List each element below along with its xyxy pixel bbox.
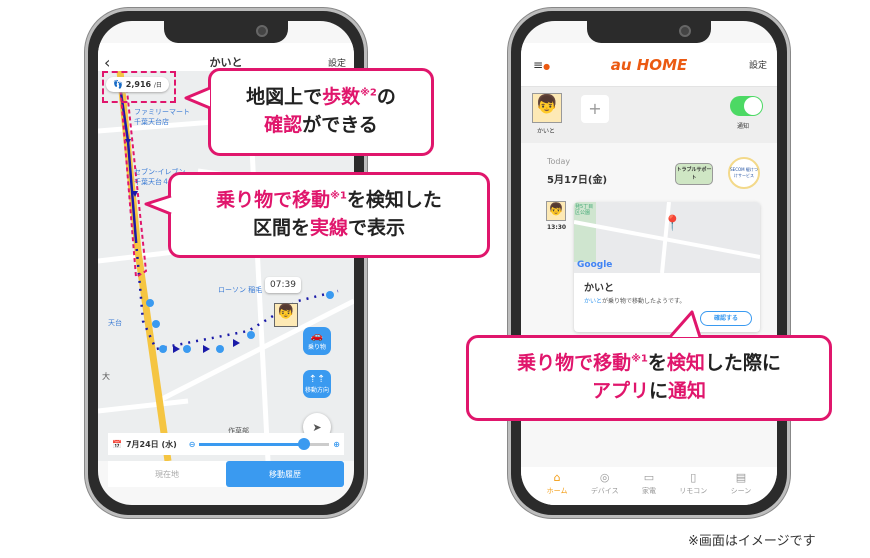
right-screen: ≡● au HOME 設定 👦 かいと + 通知 Today 5月17日(金) … bbox=[521, 21, 777, 505]
settings-link[interactable]: 設定 bbox=[749, 58, 767, 71]
tv-icon: ▭ bbox=[643, 470, 655, 484]
callout-notify: 乗り物で移動※1を検知した際に アプリに通知 bbox=[466, 335, 832, 421]
device-icon: ◎ bbox=[599, 470, 610, 484]
map-label: 天台 bbox=[108, 319, 122, 327]
tab-current-location[interactable]: 現在地 bbox=[108, 461, 226, 487]
event-card[interactable]: 発5丁目区公園 📍 Google かいと かいとが乗り物で移動したようです。 確… bbox=[574, 202, 760, 332]
view-tabs: 現在地 移動履歴 bbox=[108, 461, 344, 487]
map-label: ファミリーマート bbox=[134, 108, 190, 116]
tab-history[interactable]: 移動履歴 bbox=[226, 461, 344, 487]
time-label: 07:39 bbox=[265, 277, 301, 293]
nav-appliance[interactable]: ▭ 家電 bbox=[642, 471, 656, 496]
calendar-icon: 📅 bbox=[112, 439, 122, 449]
home-icon: ⌂ bbox=[553, 470, 561, 484]
clapper-icon: ▤ bbox=[735, 470, 747, 484]
zoom-in-icon[interactable]: ⊕ bbox=[333, 440, 340, 449]
event-message: かいとが乗り物で移動したようです。 bbox=[584, 298, 686, 305]
profile-name: かいと bbox=[537, 128, 556, 135]
notify-label: 通知 bbox=[737, 123, 750, 130]
secom-badge[interactable]: SECOM 駆けつけサービス bbox=[728, 157, 760, 189]
profile-strip: 👦 かいと + 通知 bbox=[521, 87, 777, 143]
car-icon: 🚗 bbox=[310, 331, 324, 342]
today-label: Today bbox=[547, 157, 571, 166]
bottom-nav: ⌂ ホーム ◎ デバイス ▭ 家電 ▯ リモコン ▤ シーン bbox=[521, 467, 777, 505]
remote-icon: ▯ bbox=[690, 470, 697, 484]
event-map: 発5丁目区公園 📍 Google bbox=[574, 202, 760, 273]
confirm-button[interactable]: 確認する bbox=[700, 311, 752, 326]
menu-icon[interactable]: ≡● bbox=[533, 58, 550, 72]
nav-home[interactable]: ⌂ ホーム bbox=[547, 471, 568, 496]
back-button[interactable]: ‹ bbox=[104, 53, 110, 72]
callout-route: 乗り物で移動※1を検知した 区間を実線で表示 bbox=[168, 172, 490, 258]
event-title: かいと bbox=[584, 283, 614, 294]
vehicle-button[interactable]: 🚗 乗り物 bbox=[303, 327, 331, 355]
settings-link[interactable]: 設定 bbox=[328, 56, 346, 69]
navigate-arrow-icon: ➤ bbox=[312, 420, 322, 434]
trouble-support-badge[interactable]: トラブルサポート bbox=[675, 163, 713, 185]
au-home-logo: au HOME bbox=[610, 55, 688, 74]
direction-button[interactable]: ⇡⇡ 移動方向 bbox=[303, 370, 331, 398]
profile-avatar[interactable]: 👦 bbox=[532, 93, 562, 123]
date-bar: 📅 7月24日 (水) ⊖ ⊕ bbox=[108, 433, 344, 455]
map-label: 千葉天台店 bbox=[134, 118, 169, 126]
callout-steps: 地図上で歩数※2の 確認ができる bbox=[208, 68, 434, 156]
date-label[interactable]: 7月24日 (水) bbox=[126, 439, 177, 450]
location-pin-icon: 📍 bbox=[663, 214, 682, 232]
right-header: ≡● au HOME 設定 bbox=[521, 43, 777, 87]
nav-device[interactable]: ◎ デバイス bbox=[591, 471, 619, 496]
avatar-marker[interactable]: 👦 bbox=[274, 303, 298, 327]
right-phone: ≡● au HOME 設定 👦 かいと + 通知 Today 5月17日(金) … bbox=[508, 8, 790, 518]
nav-scene[interactable]: ▤ シーン bbox=[731, 471, 752, 496]
notify-toggle[interactable] bbox=[730, 96, 763, 116]
nav-remote[interactable]: ▯ リモコン bbox=[679, 471, 707, 496]
google-logo: Google bbox=[577, 260, 613, 270]
footnote: ※画面はイメージです bbox=[688, 534, 816, 549]
date-slider[interactable] bbox=[199, 437, 330, 450]
event-avatar: 👦 bbox=[546, 201, 566, 221]
add-profile-button[interactable]: + bbox=[581, 95, 609, 123]
today-date: 5月17日(金) bbox=[547, 175, 608, 186]
event-time: 13:30 bbox=[547, 224, 567, 231]
footprints-icon: 👣 bbox=[113, 80, 123, 89]
direction-icon: ⇡⇡ bbox=[308, 374, 326, 385]
zoom-out-icon[interactable]: ⊖ bbox=[189, 440, 196, 449]
map-label: 大 bbox=[102, 372, 110, 381]
steps-badge: 👣 2,916 /日 bbox=[106, 77, 169, 92]
map-label: ローソン 稲毛 bbox=[218, 286, 263, 294]
